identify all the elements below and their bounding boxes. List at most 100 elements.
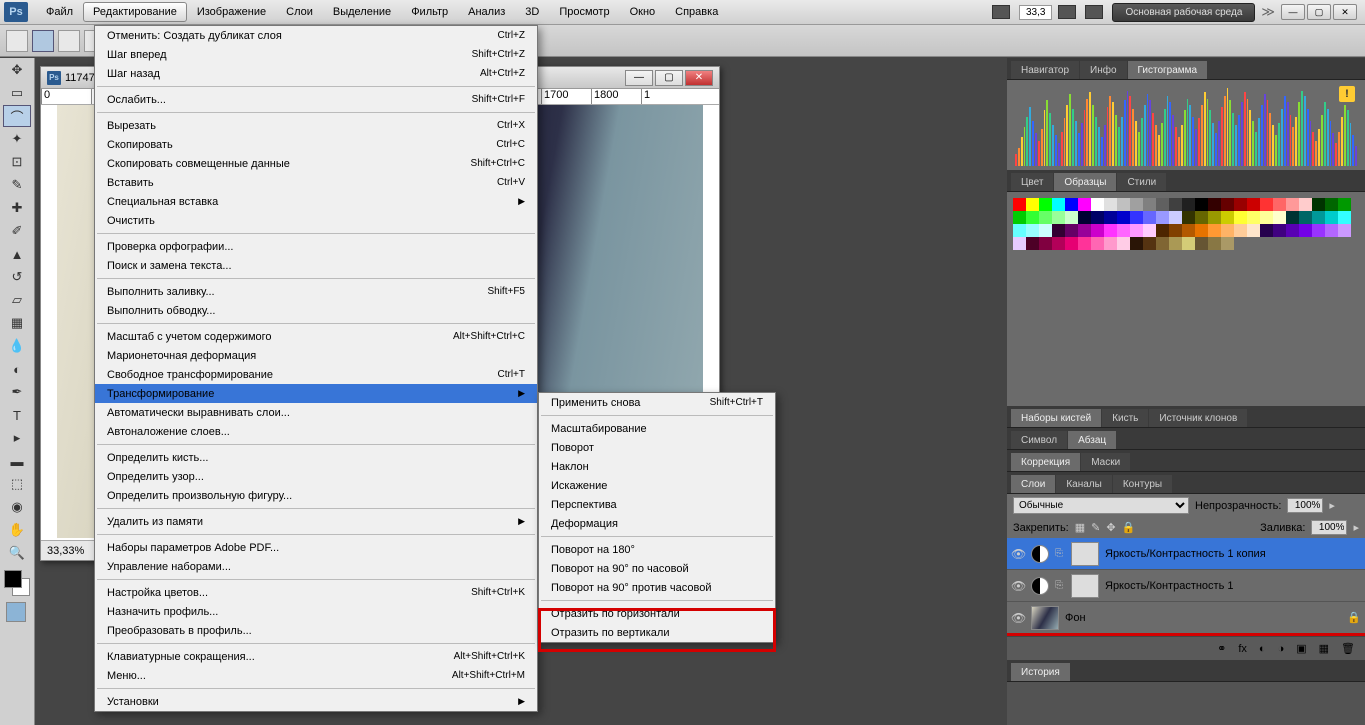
tab-history[interactable]: История — [1011, 663, 1070, 681]
tab-Наборы кистей[interactable]: Наборы кистей — [1011, 409, 1101, 427]
tab-Контуры[interactable]: Контуры — [1113, 475, 1172, 493]
visibility-icon[interactable]: 👁 — [1011, 547, 1025, 561]
swatch[interactable] — [1286, 198, 1299, 211]
swatch[interactable] — [1104, 224, 1117, 237]
menu-редактирование[interactable]: Редактирование — [83, 2, 187, 22]
magic-wand-tool[interactable]: ✦ — [3, 128, 31, 150]
blend-mode-select[interactable]: Обычные — [1013, 497, 1189, 514]
arrange-icon[interactable] — [1058, 5, 1076, 19]
color-swatches[interactable] — [4, 570, 30, 596]
swatch[interactable] — [1013, 198, 1026, 211]
tab-Стили[interactable]: Стили — [1117, 173, 1166, 191]
pen-tool[interactable]: ✒ — [3, 381, 31, 403]
swatch[interactable] — [1273, 224, 1286, 237]
tab-Образцы[interactable]: Образцы — [1054, 173, 1116, 191]
swatch[interactable] — [1208, 224, 1221, 237]
swatch[interactable] — [1065, 224, 1078, 237]
swatch[interactable] — [1091, 224, 1104, 237]
shape-tool[interactable]: ▬ — [3, 450, 31, 472]
menu-item[interactable]: Отразить по горизонтали — [539, 604, 775, 623]
swatch[interactable] — [1039, 211, 1052, 224]
layer-row[interactable]: 👁⎘Яркость/Контрастность 1 копия — [1007, 538, 1365, 570]
swatch[interactable] — [1273, 198, 1286, 211]
swatch[interactable] — [1052, 237, 1065, 250]
menu-item[interactable]: ВставитьCtrl+V — [95, 173, 537, 192]
swatch[interactable] — [1052, 198, 1065, 211]
swatch[interactable] — [1065, 237, 1078, 250]
swatch[interactable] — [1039, 237, 1052, 250]
hand-tool[interactable]: ✋ — [3, 519, 31, 541]
swatch[interactable] — [1104, 211, 1117, 224]
menu-item[interactable]: Перспектива — [539, 495, 775, 514]
swatch[interactable] — [1208, 211, 1221, 224]
move-tool[interactable]: ✥ — [3, 59, 31, 81]
window-minimize-button[interactable]: — — [1281, 4, 1305, 20]
menu-item[interactable]: Шаг впередShift+Ctrl+Z — [95, 45, 537, 64]
layer-group-icon[interactable]: ▣ — [1296, 642, 1306, 655]
swatch[interactable] — [1130, 237, 1143, 250]
swatch[interactable] — [1260, 198, 1273, 211]
lasso-tool[interactable]: ⌒ — [3, 105, 31, 127]
expand-icon[interactable]: ≫ — [1261, 4, 1275, 20]
swatch[interactable] — [1156, 198, 1169, 211]
swatch[interactable] — [1143, 211, 1156, 224]
crop-tool[interactable]: ⊡ — [3, 151, 31, 173]
swatch[interactable] — [1299, 211, 1312, 224]
zoom-level[interactable]: 33,33% — [47, 545, 84, 557]
tab-Кисть[interactable]: Кисть — [1102, 409, 1148, 427]
fill-arrow-icon[interactable]: ▸ — [1353, 521, 1359, 534]
swatch[interactable] — [1065, 198, 1078, 211]
menu-item[interactable]: Наборы параметров Adobe PDF... — [95, 538, 537, 557]
selection-new-icon[interactable] — [32, 30, 54, 52]
visibility-icon[interactable]: 👁 — [1011, 579, 1025, 593]
swatch[interactable] — [1312, 211, 1325, 224]
swatch[interactable] — [1143, 198, 1156, 211]
adjustment-layer-icon[interactable]: ◑ — [1278, 643, 1285, 655]
lock-transparency-icon[interactable]: ▦ — [1075, 521, 1085, 534]
swatch[interactable] — [1078, 198, 1091, 211]
3d-camera-tool[interactable]: ◉ — [3, 496, 31, 518]
tool-preset-icon[interactable] — [6, 30, 28, 52]
path-tool[interactable]: ▸ — [3, 427, 31, 449]
lock-all-icon[interactable]: 🔒 — [1122, 521, 1136, 534]
menu-item[interactable]: Поворот — [539, 438, 775, 457]
swatch[interactable] — [1013, 224, 1026, 237]
swatch[interactable] — [1117, 237, 1130, 250]
swatch[interactable] — [1130, 224, 1143, 237]
swatch[interactable] — [1247, 198, 1260, 211]
menu-item[interactable]: Поворот на 90° против часовой — [539, 578, 775, 597]
stamp-tool[interactable]: ▲ — [3, 243, 31, 265]
lock-position-icon[interactable]: ✥ — [1106, 521, 1115, 534]
menu-item[interactable]: Установки▶ — [95, 692, 537, 711]
delete-layer-icon[interactable]: 🗑 — [1341, 642, 1355, 655]
healing-tool[interactable]: ✚ — [3, 197, 31, 219]
swatch[interactable] — [1169, 198, 1182, 211]
swatch[interactable] — [1195, 224, 1208, 237]
menu-item[interactable]: Настройка цветов...Shift+Ctrl+K — [95, 583, 537, 602]
swatch[interactable] — [1299, 198, 1312, 211]
window-close-button[interactable]: ✕ — [1333, 4, 1357, 20]
menu-item[interactable]: Поворот на 90° по часовой — [539, 559, 775, 578]
zoom-tool[interactable]: 🔍 — [3, 542, 31, 564]
swatch[interactable] — [1130, 198, 1143, 211]
menu-item[interactable]: Искажение — [539, 476, 775, 495]
menu-файл[interactable]: Файл — [36, 2, 83, 22]
visibility-icon[interactable]: 👁 — [1011, 611, 1025, 625]
swatch[interactable] — [1195, 198, 1208, 211]
swatch[interactable] — [1013, 237, 1026, 250]
swatch[interactable] — [1169, 211, 1182, 224]
swatch[interactable] — [1234, 198, 1247, 211]
menu-слои[interactable]: Слои — [276, 2, 323, 22]
eraser-tool[interactable]: ▱ — [3, 289, 31, 311]
swatch[interactable] — [1208, 237, 1221, 250]
menu-item[interactable]: Определить кисть... — [95, 448, 537, 467]
swatch[interactable] — [1182, 237, 1195, 250]
extras-icon[interactable] — [1085, 5, 1103, 19]
menu-item[interactable]: Определить узор... — [95, 467, 537, 486]
swatch[interactable] — [1195, 211, 1208, 224]
quick-mask-icon[interactable] — [6, 602, 26, 622]
swatch[interactable] — [1156, 211, 1169, 224]
swatch[interactable] — [1026, 224, 1039, 237]
tab-Символ[interactable]: Символ — [1011, 431, 1067, 449]
menu-item[interactable]: Отменить: Создать дубликат слояCtrl+Z — [95, 26, 537, 45]
